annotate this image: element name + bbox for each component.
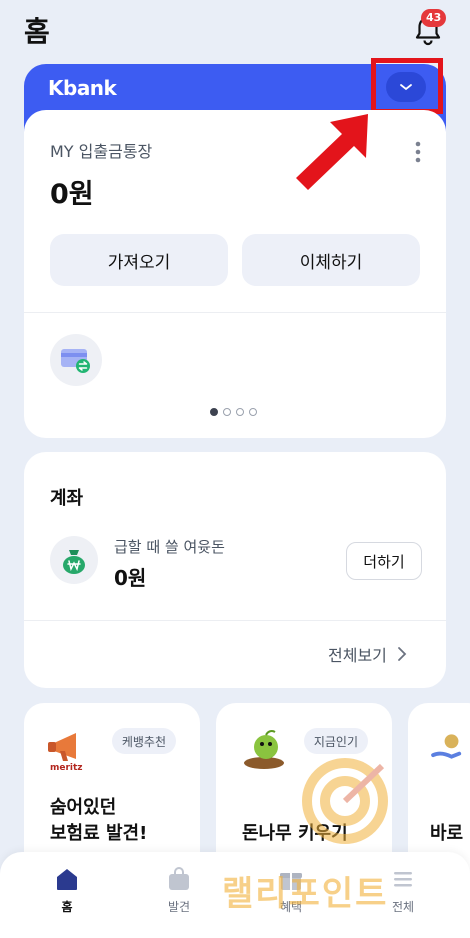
red-arrow-pointer [296, 114, 368, 190]
nav-discover[interactable]: 발견 [144, 860, 214, 924]
add-money-button[interactable]: 더하기 [346, 542, 422, 580]
promo-tag: 케뱅추천 [111, 728, 176, 754]
kbank-account-card: Kbank MY 입출금통장 0원 가져오기 이체하기 [24, 58, 446, 438]
coin-hand-icon [431, 734, 462, 759]
highlight-box [371, 58, 443, 114]
transfer-button[interactable]: 이체하기 [242, 234, 420, 286]
account-panel[interactable]: MY 입출금통장 0원 가져오기 이체하기 [24, 110, 446, 438]
view-all-label: 전체보기 [328, 646, 387, 665]
nav-label: 홈 [61, 900, 73, 914]
divider [24, 312, 446, 313]
watermark-target-icon [302, 758, 388, 844]
accounts-title: 계좌 [50, 488, 84, 509]
promo-tag: 지금인기 [303, 728, 368, 754]
page-indicator [210, 408, 257, 416]
header: 홈 43 [0, 0, 470, 62]
nav-home[interactable]: 홈 [32, 860, 102, 924]
savings-account-label: 급할 때 쓸 여윳돈 [114, 538, 225, 556]
accounts-card: 계좌 급할 때 쓸 여윳돈 0원 더하기 전체보기 [24, 452, 446, 688]
notification-badge: 43 [421, 9, 447, 27]
account-name: MY 입출금통장 [50, 142, 153, 161]
home-icon [57, 869, 77, 890]
promo-title: 숨어있던 보험료 발견! [50, 797, 148, 844]
kbank-logo: Kbank [48, 76, 117, 100]
chevron-right-icon [397, 647, 407, 661]
view-all-link[interactable]: 전체보기 [328, 642, 407, 666]
account-balance: 0원 [50, 179, 94, 210]
savings-account-balance: 0원 [114, 566, 147, 590]
page-dot [249, 408, 257, 416]
money-tree-icon [244, 730, 284, 769]
menu-icon [394, 872, 412, 887]
page-dot [236, 408, 244, 416]
promo-title: 바로 [430, 823, 464, 844]
bag-icon [169, 867, 189, 890]
watermark-text: 랠리포인트 [222, 874, 389, 914]
page-title: 홈 [24, 15, 50, 48]
fetch-button[interactable]: 가져오기 [50, 234, 228, 286]
card-transfer-shortcut[interactable] [50, 334, 102, 386]
money-bag-avatar [50, 536, 98, 584]
megaphone-icon: meritz [48, 733, 83, 771]
money-bag-icon [63, 550, 85, 574]
card-exchange-icon [61, 349, 90, 373]
page-dot [223, 408, 231, 416]
more-options-icon[interactable] [408, 140, 428, 164]
svg-text:meritz: meritz [50, 763, 83, 771]
page-dot-active [210, 408, 218, 416]
nav-label: 발견 [167, 900, 191, 914]
divider [24, 620, 446, 621]
